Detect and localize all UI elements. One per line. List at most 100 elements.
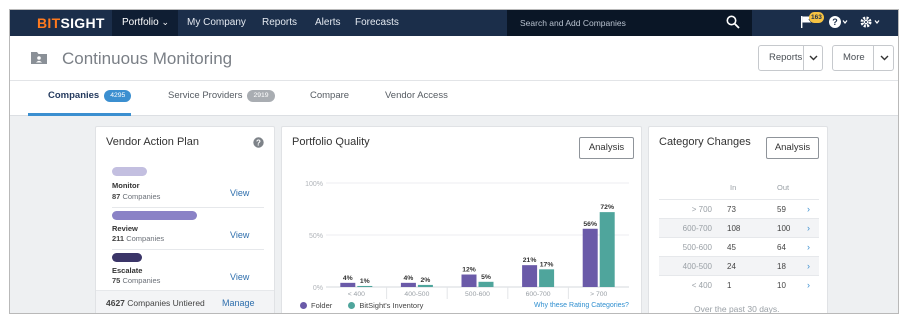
in-count: 24 bbox=[727, 262, 736, 271]
bar-folder bbox=[400, 282, 416, 287]
nav-forecasts[interactable]: Forecasts bbox=[355, 17, 399, 28]
notification-badge[interactable]: 163 bbox=[809, 12, 824, 23]
bar-folder bbox=[522, 265, 538, 287]
gear-icon[interactable] bbox=[859, 15, 883, 29]
tab-vendor-access[interactable]: Vendor Access bbox=[385, 90, 448, 101]
tier-count: 211 Companies bbox=[112, 234, 165, 243]
count-badge: 2919 bbox=[247, 90, 275, 102]
legend-item-inventory: BitSight's Inventory bbox=[348, 301, 423, 310]
tier-name: Monitor bbox=[112, 181, 140, 190]
chevron-right-icon[interactable]: › bbox=[807, 223, 810, 233]
bar-folder bbox=[582, 228, 598, 287]
bar-folder bbox=[461, 274, 477, 287]
bitsight-logo[interactable]: BITSIGHT bbox=[37, 15, 105, 31]
nav-alerts[interactable]: Alerts bbox=[315, 17, 341, 28]
out-count: 10 bbox=[777, 281, 786, 290]
bar-inventory bbox=[417, 284, 433, 287]
top-nav-bar: BITSIGHT Portfolio ⌄ My Company Reports … bbox=[10, 10, 898, 36]
table-row[interactable]: 400-500 24 18 › bbox=[659, 256, 819, 275]
tab-compare[interactable]: Compare bbox=[310, 90, 349, 101]
table-row[interactable]: > 700 73 59 › bbox=[659, 199, 819, 218]
rating-range: > 700 bbox=[691, 205, 712, 214]
bar-inventory bbox=[539, 269, 555, 287]
search-bar[interactable]: Search and Add Companies bbox=[507, 10, 752, 36]
out-count: 59 bbox=[777, 205, 786, 214]
active-tab-indicator bbox=[28, 113, 131, 116]
chevron-down-icon bbox=[809, 55, 818, 61]
page-header: Continuous Monitoring Reports More bbox=[10, 36, 898, 81]
chevron-right-icon[interactable]: › bbox=[807, 242, 810, 252]
legend-item-folder: Folder bbox=[300, 301, 332, 310]
x-tick-label: 400-500 bbox=[404, 291, 429, 298]
search-input[interactable]: Search and Add Companies bbox=[520, 18, 626, 28]
untiered-count: 4627 Companies Untiered bbox=[106, 298, 205, 308]
column-header-in: In bbox=[730, 183, 737, 192]
data-label: 17% bbox=[540, 261, 554, 268]
search-icon[interactable] bbox=[726, 15, 740, 29]
svg-text:?: ? bbox=[256, 138, 261, 147]
data-label: 1% bbox=[360, 278, 370, 285]
manage-link[interactable]: Manage bbox=[222, 298, 255, 308]
view-escalate-link[interactable]: View bbox=[230, 272, 249, 282]
tier-count: 75 Companies bbox=[112, 276, 161, 285]
view-monitor-link[interactable]: View bbox=[230, 188, 249, 198]
card-title: Vendor Action Plan bbox=[106, 136, 199, 148]
chart-legend: Folder BitSight's Inventory bbox=[300, 301, 423, 310]
out-count: 18 bbox=[777, 262, 786, 271]
count-badge: 4295 bbox=[104, 90, 132, 102]
review-tier-bar bbox=[112, 211, 197, 220]
category-changes-card: Category Changes Analysis In Out > 700 73… bbox=[648, 126, 828, 314]
page-title: Continuous Monitoring bbox=[62, 49, 233, 68]
column-header-out: Out bbox=[777, 183, 790, 192]
table-row[interactable]: 500-600 45 64 › bbox=[659, 237, 819, 256]
data-label: 56% bbox=[583, 221, 597, 228]
nav-reports[interactable]: Reports bbox=[262, 17, 297, 28]
portfolio-quality-card: Portfolio Quality Analysis 100% 50% 0% 4% 1%… bbox=[281, 126, 642, 313]
chevron-right-icon[interactable]: › bbox=[807, 261, 810, 271]
tab-companies[interactable]: Companies 4295 bbox=[48, 90, 132, 102]
table-row[interactable]: 600-700 108 100 › bbox=[659, 218, 819, 237]
period-note: Over the past 30 days. bbox=[694, 304, 780, 314]
out-count: 64 bbox=[777, 243, 786, 252]
portfolio-quality-chart: 100% 50% 0% 4% 1% < 400 4% 2% 400-500 12% 5% 500-60… bbox=[305, 181, 629, 299]
reports-dropdown-button[interactable]: Reports bbox=[758, 45, 823, 71]
tab-bar: Companies 4295 Service Providers 2919 Comp… bbox=[10, 81, 898, 116]
bar-inventory bbox=[599, 212, 615, 287]
chevron-right-icon[interactable]: › bbox=[807, 204, 810, 214]
nav-my-company[interactable]: My Company bbox=[187, 17, 246, 28]
chevron-down-icon: ⌄ bbox=[161, 17, 170, 27]
tier-name: Escalate bbox=[112, 266, 143, 275]
data-label: 21% bbox=[523, 257, 537, 264]
folder-icon bbox=[31, 52, 47, 64]
nav-portfolio[interactable]: Portfolio ⌄ bbox=[122, 17, 169, 28]
in-count: 45 bbox=[727, 243, 736, 252]
data-label: 12% bbox=[462, 267, 476, 274]
tier-count: 87 Companies bbox=[112, 192, 161, 201]
help-icon[interactable]: ? bbox=[253, 137, 264, 148]
in-count: 73 bbox=[727, 205, 736, 214]
more-dropdown-button[interactable]: More bbox=[832, 45, 894, 71]
analysis-button[interactable]: Analysis bbox=[766, 137, 819, 159]
tab-service-providers[interactable]: Service Providers 2919 bbox=[168, 90, 275, 102]
rating-range: 500-600 bbox=[682, 243, 712, 252]
view-review-link[interactable]: View bbox=[230, 230, 249, 240]
data-label: 2% bbox=[420, 277, 430, 284]
monitor-tier-bar bbox=[112, 167, 147, 176]
chevron-down-icon bbox=[880, 55, 889, 61]
why-rating-categories-link[interactable]: Why these Rating Categories? bbox=[534, 302, 629, 309]
x-tick-label: > 700 bbox=[590, 291, 607, 298]
in-count: 108 bbox=[727, 224, 741, 233]
x-tick-label: 500-600 bbox=[465, 291, 490, 298]
y-tick-label: 50% bbox=[309, 233, 323, 240]
table-row[interactable]: < 400 1 10 › bbox=[659, 275, 819, 294]
legend-swatch bbox=[300, 302, 307, 309]
untiered-footer: 4627 Companies Untiered Manage bbox=[96, 290, 274, 313]
in-count: 1 bbox=[727, 281, 732, 290]
vendor-action-plan-card: Vendor Action Plan ? Monitor 87 Companie… bbox=[95, 126, 275, 313]
escalate-tier-bar bbox=[112, 253, 142, 262]
help-icon[interactable]: ? bbox=[828, 15, 848, 29]
legend-swatch bbox=[348, 302, 356, 309]
x-tick-label: < 400 bbox=[348, 291, 365, 298]
rating-range: 600-700 bbox=[682, 224, 712, 233]
chevron-right-icon[interactable]: › bbox=[807, 280, 810, 290]
